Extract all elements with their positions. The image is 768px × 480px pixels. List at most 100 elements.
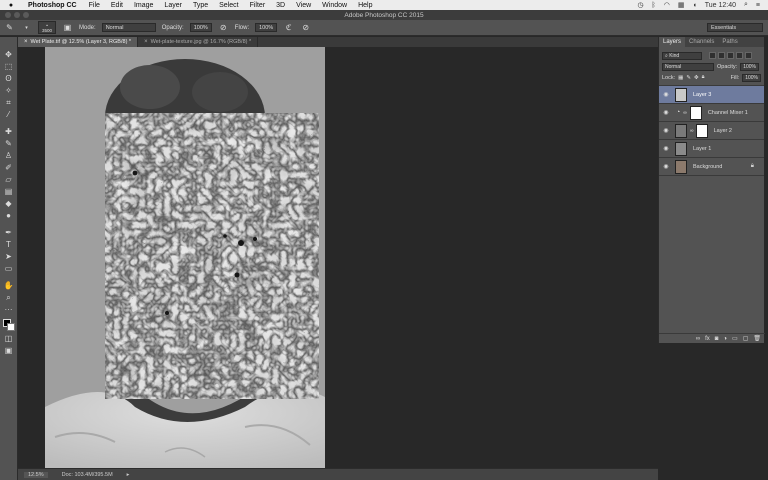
minimize-window-button[interactable] [14,12,20,18]
lock-all-icon[interactable]: 🔒︎ [702,74,705,81]
lasso-tool-icon[interactable]: ʘ [2,73,16,84]
marquee-tool-icon[interactable]: ⬚ [2,61,16,72]
menu-image[interactable]: Image [134,2,153,9]
brush-panel-icon[interactable]: ▣ [62,22,73,33]
tab-wet-plate[interactable]: × Wet Plate.tif @ 12.5% (Layer 3, RGB/8)… [18,37,139,47]
brush-tool-icon[interactable]: ✎ [4,22,15,33]
list-icon[interactable]: ≡ [756,2,760,9]
pressure-opacity-icon[interactable]: ⊘ [218,22,229,33]
layer-row-layer-3[interactable]: ◉ Layer 3 [659,86,764,104]
eye-icon[interactable]: ◉ [659,127,673,134]
new-layer-icon[interactable]: ▢ [743,335,749,342]
mode-select[interactable]: Normal [101,23,156,32]
clone-stamp-tool-icon[interactable]: ♙ [2,150,16,161]
search-icon[interactable]: ⌕ [744,1,748,9]
tab-layers[interactable]: Layers [659,37,686,47]
layer-opacity-input[interactable]: 100% [740,62,759,71]
tab-paths[interactable]: Paths [718,37,741,47]
layer-mask-thumbnail[interactable] [695,123,708,138]
rectangle-tool-icon[interactable]: ▭ [2,263,16,274]
bluetooth-icon[interactable]: ᛒ [652,2,656,9]
layer-mask-thumbnail[interactable] [689,105,702,120]
zoom-tool-icon[interactable]: ⌕ [2,292,16,303]
lock-image-icon[interactable]: ✎ [686,75,691,81]
add-mask-icon[interactable]: ◙ [715,336,719,342]
adjustment-layer-icon[interactable]: ◑ [723,336,727,342]
clock[interactable]: Tue 12:40 [705,2,736,9]
eye-icon[interactable]: ◉ [659,109,673,116]
pixel-filter-icon[interactable] [709,52,716,59]
pressure-size-icon[interactable]: ⊘ [300,22,311,33]
dodge-tool-icon[interactable]: ● [2,210,16,221]
canvas-area[interactable] [18,47,658,468]
fill-input[interactable]: 100% [742,73,761,82]
workspace-select[interactable]: Essentials [707,23,763,32]
zoom-level[interactable]: 12.5% [24,471,48,478]
close-icon[interactable]: × [24,39,28,45]
quick-selection-tool-icon[interactable]: ✧ [2,85,16,96]
blur-tool-icon[interactable]: ◆ [2,198,16,209]
document-canvas[interactable] [45,47,325,468]
layer-row-layer-2[interactable]: ◉ ∞ Layer 2 [659,122,764,140]
layer-row-layer-1[interactable]: ◉ Layer 1 [659,140,764,158]
layer-row-background[interactable]: ◉ Background 🔒︎ [659,158,764,176]
type-tool-icon[interactable]: T [2,239,16,250]
pen-tool-icon[interactable]: ✒ [2,227,16,238]
eye-icon[interactable]: ◉ [659,145,673,152]
history-brush-tool-icon[interactable]: ✐ [2,162,16,173]
menu-window[interactable]: Window [322,2,347,9]
quick-mask-icon[interactable]: ◫ [2,333,16,344]
zoom-window-button[interactable] [23,12,29,18]
shape-filter-icon[interactable] [736,52,743,59]
crop-tool-icon[interactable]: ⌗ [2,97,16,108]
new-group-icon[interactable]: ▭ [732,335,738,342]
layer-style-icon[interactable]: fx [705,336,710,342]
eye-icon[interactable]: ◉ [659,91,673,98]
document-size[interactable]: Doc: 103.4M/395.5M [62,472,113,478]
menu-type[interactable]: Type [193,2,208,9]
brush-preset-picker[interactable]: • 3500 [38,21,56,34]
volume-icon[interactable]: ◖ [692,2,696,9]
hand-tool-icon[interactable]: ✋ [2,280,16,291]
link-layers-icon[interactable]: ∞ [696,336,700,342]
tab-wet-plate-texture[interactable]: × Wet-plate-texture.jpg @ 16.7% (RGB/8) … [138,37,259,47]
history-icon[interactable]: ◷ [637,1,643,9]
flow-input[interactable]: 100% [255,23,278,32]
smart-object-filter-icon[interactable] [745,52,752,59]
wifi-icon[interactable]: ◠ [664,1,670,9]
menu-app-name[interactable]: Photoshop CC [28,2,77,9]
menu-layer[interactable]: Layer [164,2,182,9]
menu-help[interactable]: Help [358,2,372,9]
blend-mode-select[interactable]: Normal [662,62,714,71]
background-color-swatch[interactable] [6,323,15,331]
chevron-down-icon[interactable]: ▾ [21,22,32,33]
path-selection-tool-icon[interactable]: ➤ [2,251,16,262]
type-filter-icon[interactable] [727,52,734,59]
screen-mode-icon[interactable]: ▣ [2,345,16,356]
menu-select[interactable]: Select [219,2,238,9]
close-window-button[interactable] [5,12,11,18]
tab-channels[interactable]: Channels [685,37,718,47]
eye-icon[interactable]: ◉ [659,163,673,170]
apple-menu[interactable]: ● [6,2,16,9]
opacity-input[interactable]: 100% [189,23,212,32]
flag-icon[interactable]: ▦ [678,1,685,9]
gradient-tool-icon[interactable]: ▤ [2,186,16,197]
color-swatches[interactable] [2,318,16,332]
eraser-tool-icon[interactable]: ▱ [2,174,16,185]
menu-edit[interactable]: Edit [111,2,123,9]
lock-position-icon[interactable]: ✥ [694,75,699,81]
layer-row-channel-mixer[interactable]: ◉ ◔ ∞ Channel Mixer 1 [659,104,764,122]
filter-kind-select[interactable]: ⌕ Kind [662,51,702,60]
eyedropper-tool-icon[interactable]: ⁄ [2,109,16,120]
menu-view[interactable]: View [296,2,311,9]
lock-transparent-icon[interactable]: ▦ [678,75,683,81]
healing-brush-tool-icon[interactable]: ✚ [2,126,16,137]
status-menu-icon[interactable]: ▸ [127,472,130,478]
menu-file[interactable]: File [89,2,100,9]
more-tools-icon[interactable]: ··· [2,304,16,315]
airbrush-icon[interactable]: ℭ [283,22,294,33]
texture-layer[interactable] [105,113,319,399]
trash-icon[interactable]: 🗑︎ [753,335,761,342]
move-tool-icon[interactable]: ✥ [2,49,16,60]
